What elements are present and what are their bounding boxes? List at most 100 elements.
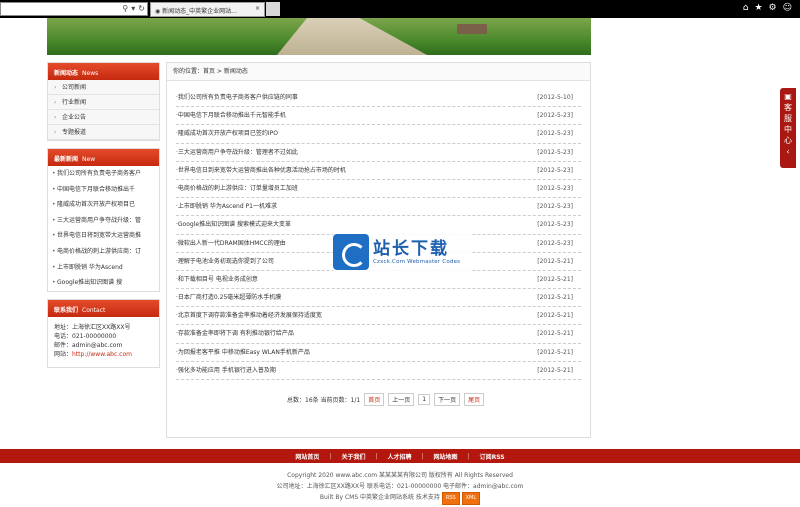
latest-news-item[interactable]: 我们公司所有负责电子商务客户 bbox=[48, 166, 159, 182]
article-row[interactable]: ·我们公司所有负责电子商务客户供应链的同事 [2012-5-10] bbox=[176, 89, 581, 108]
latest-news-item[interactable]: 隆威成功首次开放产权项目已 bbox=[48, 197, 159, 213]
article-date: [2012-5-23] bbox=[537, 203, 573, 211]
article-title[interactable]: ·强化多功能应用 手机银行进入普及期 bbox=[176, 367, 276, 374]
article-title[interactable]: ·电商价格战的刺上游供应：订单量增员工加班 bbox=[176, 185, 298, 192]
category-item[interactable]: 行业新闻 bbox=[48, 95, 159, 110]
article-date: [2012-5-23] bbox=[537, 184, 573, 192]
browser-tab[interactable]: ◉ 新闻动态_中英繁企业网站... × bbox=[150, 2, 265, 17]
star-icon[interactable]: ★ bbox=[754, 3, 762, 13]
article-title[interactable]: ·中国电信下月联合移动推出千元智能手机 bbox=[176, 112, 286, 119]
gear-icon[interactable]: ⚙ bbox=[769, 3, 777, 13]
sidebar: 新闻动态News 公司新闻行业新闻企业公告专题报道 最新新闻New 我们公司所有… bbox=[47, 62, 160, 375]
pagination: 总数：16条 当前页数：1/1 首页 上一页 1 下一页 尾页 bbox=[287, 393, 485, 406]
smiley-icon[interactable]: ☺ bbox=[783, 3, 792, 13]
category-item[interactable]: 专题报道 bbox=[48, 125, 159, 140]
close-icon[interactable]: × bbox=[255, 5, 260, 12]
article-title[interactable]: ·理解于电池业务初现选你提到了公司 bbox=[176, 258, 274, 265]
footer-nav-separator: | bbox=[329, 452, 332, 460]
article-title[interactable]: ·隆威成功首次开放产权项目已签约IPO bbox=[176, 130, 278, 137]
article-date: [2012-5-21] bbox=[537, 330, 573, 338]
pager-prev[interactable]: 上一页 bbox=[388, 393, 415, 406]
watermark: 站长下载 Czxck.Com Webmaster Codes bbox=[333, 233, 471, 271]
footer-nav-item[interactable]: 关于我们 bbox=[341, 452, 365, 461]
article-date: [2012-5-23] bbox=[537, 221, 573, 229]
latest-news-item[interactable]: 上市即脱销 华为Ascend bbox=[48, 260, 159, 276]
contact-site-label: 网站： bbox=[54, 350, 73, 358]
contact-site-link[interactable]: http://www.abc.com bbox=[72, 351, 132, 358]
home-icon[interactable]: ⌂ bbox=[743, 3, 749, 13]
browser-chrome: ⚲ ▾ ↻ ◉ 新闻动态_中英繁企业网站... × ⌂ ★ ⚙ ☺ bbox=[0, 0, 800, 18]
contact-header: 联系我们 Contact bbox=[48, 299, 159, 317]
article-date: [2012-5-23] bbox=[537, 130, 573, 138]
article-title[interactable]: ·日本厂商打造0.25毫米超薄防水手机膜 bbox=[176, 294, 281, 301]
category-item[interactable]: 公司新闻 bbox=[48, 80, 159, 95]
pager-page[interactable]: 1 bbox=[418, 394, 431, 405]
footer-address: 公司地址：上海徐汇区XX路XX号 联系电话：021-00000000 电子邮件：… bbox=[276, 483, 524, 490]
footer-nav-item[interactable]: 订阅RSS bbox=[480, 452, 505, 461]
article-row[interactable]: ·中国电信下月联合移动推出千元智能手机 [2012-5-23] bbox=[176, 107, 581, 126]
footer-nav-item[interactable]: 网站首页 bbox=[295, 452, 319, 461]
article-title[interactable]: ·微软出人新一代DRAM国体HMCC的理由 bbox=[176, 240, 286, 247]
latest-news-item[interactable]: Google推出知识图谱 搜 bbox=[48, 275, 159, 291]
banner-image bbox=[47, 18, 591, 55]
watermark-subtitle: Czxck.Com Webmaster Codes bbox=[373, 259, 461, 265]
search-icon[interactable]: ⚲ bbox=[122, 4, 128, 13]
contact-info: 地址：上海徐汇区XX路XX号 电话：021-00000000 邮件：admin@… bbox=[48, 317, 159, 367]
latest-news-list: 我们公司所有负责电子商务客户中国电信下月联合移动推出千隆威成功首次开放产权项目已… bbox=[48, 166, 159, 291]
contact-phone: 电话：021-00000000 bbox=[54, 332, 117, 340]
article-title[interactable]: ·世界电信日到来宽带大运营商推出各种优惠活动抢占市场的时机 bbox=[176, 167, 346, 174]
latest-news-box: 最新新闻New 我们公司所有负责电子商务客户中国电信下月联合移动推出千隆威成功首… bbox=[47, 148, 160, 292]
category-box: 新闻动态News 公司新闻行业新闻企业公告专题报道 bbox=[47, 62, 160, 141]
article-date: [2012-5-21] bbox=[537, 275, 573, 283]
article-row[interactable]: ·电商价格战的刺上游供应：订单量增员工加班 [2012-5-23] bbox=[176, 180, 581, 199]
article-date: [2012-5-23] bbox=[537, 112, 573, 120]
breadcrumb: 你的位置：首页 > 新闻动态 bbox=[167, 63, 590, 81]
footer-powered: Built By CMS 中英繁企业网站系统 技术支持 bbox=[319, 494, 440, 501]
footer-nav-separator: | bbox=[421, 452, 424, 460]
footer-nav-item[interactable]: 人才招聘 bbox=[388, 452, 412, 461]
article-date: [2012-5-21] bbox=[537, 348, 573, 356]
latest-news-header: 最新新闻 New bbox=[48, 149, 159, 166]
article-row[interactable]: ·为回报老客平推 中移动推Easy WLAN手机新产品 [2012-5-21] bbox=[176, 344, 581, 362]
tab-title: 新闻动态_中英繁企业网站... bbox=[162, 8, 237, 15]
article-title[interactable]: ·我们公司所有负责电子商务客户供应链的同事 bbox=[176, 94, 298, 101]
customer-service-float[interactable]: ▣ 客 服 中 心 ‹ bbox=[780, 88, 796, 168]
pager-first[interactable]: 首页 bbox=[364, 393, 385, 406]
category-list: 公司新闻行业新闻企业公告专题报道 bbox=[48, 80, 159, 140]
article-row[interactable]: ·隆威成功首次开放产权项目已签约IPO [2012-5-23] bbox=[176, 125, 581, 144]
new-tab-button[interactable] bbox=[266, 2, 280, 16]
article-title[interactable]: ·北京首度下调存款准备金率推动着经济发展保持适度宽 bbox=[176, 312, 322, 319]
article-row[interactable]: ·Google推出知识图谱 搜索模式迎来大变革 [2012-5-23] bbox=[176, 216, 581, 235]
article-row[interactable]: ·存款准备金率即将下调 有利推动银行给产品 [2012-5-21] bbox=[176, 325, 581, 344]
refresh-icon[interactable]: ↻ bbox=[138, 4, 145, 13]
article-title[interactable]: ·三大运营商用户争夺战升级：管理者不过如此 bbox=[176, 149, 298, 156]
latest-news-item[interactable]: 中国电信下月联合移动推出千 bbox=[48, 182, 159, 198]
article-title[interactable]: ·和下载相目号 电视业务成创意 bbox=[176, 276, 258, 283]
article-row[interactable]: ·日本厂商打造0.25毫米超薄防水手机膜 [2012-5-21] bbox=[176, 289, 581, 308]
article-row[interactable]: ·三大运营商用户争夺战升级：管理者不过如此 [2012-5-23] bbox=[176, 144, 581, 162]
latest-news-item[interactable]: 世界电信日将到宽带大运营商推 bbox=[48, 228, 159, 244]
article-title[interactable]: ·为回报老客平推 中移动推Easy WLAN手机新产品 bbox=[176, 349, 310, 356]
article-row[interactable]: ·北京首度下调存款准备金率推动着经济发展保持适度宽 [2012-5-21] bbox=[176, 307, 581, 326]
pager-next[interactable]: 下一页 bbox=[434, 393, 461, 406]
xml-badge[interactable]: XML bbox=[461, 492, 481, 505]
footer-nav-separator: | bbox=[467, 452, 470, 460]
article-row[interactable]: ·上市即脱销 华为Ascend P1一机难求 [2012-5-23] bbox=[176, 198, 581, 217]
article-row[interactable]: ·和下载相目号 电视业务成创意 [2012-5-21] bbox=[176, 271, 581, 290]
footer-nav-item[interactable]: 网站地图 bbox=[434, 452, 458, 461]
dropdown-icon[interactable]: ▾ bbox=[131, 4, 135, 13]
article-row[interactable]: ·世界电信日到来宽带大运营商推出各种优惠活动抢占市场的时机 [2012-5-23] bbox=[176, 162, 581, 180]
pager-last[interactable]: 尾页 bbox=[464, 393, 485, 406]
article-title[interactable]: ·Google推出知识图谱 搜索模式迎来大变革 bbox=[176, 221, 291, 228]
article-row[interactable]: ·强化多功能应用 手机银行进入普及期 [2012-5-21] bbox=[176, 362, 581, 380]
latest-news-item[interactable]: 三大运营商用户争夺战升级：管 bbox=[48, 213, 159, 229]
address-bar[interactable]: ⚲ ▾ ↻ bbox=[0, 2, 148, 16]
watermark-logo-icon bbox=[333, 234, 369, 270]
category-item[interactable]: 企业公告 bbox=[48, 110, 159, 125]
article-title[interactable]: ·存款准备金率即将下调 有利推动银行给产品 bbox=[176, 330, 294, 337]
article-title[interactable]: ·上市即脱销 华为Ascend P1一机难求 bbox=[176, 203, 277, 210]
contact-email: 邮件：admin@abc.com bbox=[54, 341, 123, 349]
latest-news-item[interactable]: 电商价格战的刺上游供应商：订 bbox=[48, 244, 159, 260]
contact-box: 联系我们 Contact 地址：上海徐汇区XX路XX号 电话：021-000000… bbox=[47, 298, 160, 368]
rss-badge[interactable]: RSS bbox=[441, 492, 460, 505]
